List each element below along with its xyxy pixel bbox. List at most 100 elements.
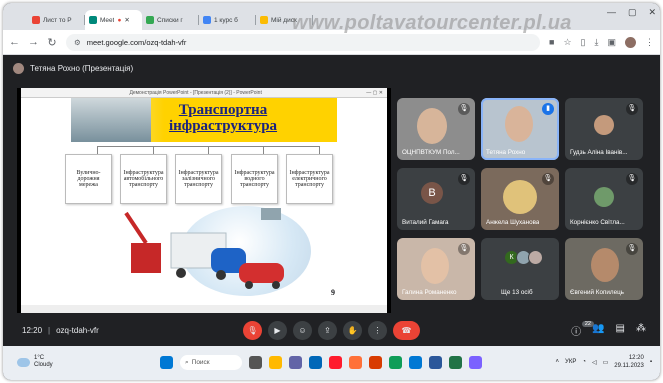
org-stub: [319, 146, 320, 154]
mic-off-icon: 🎙: [626, 243, 638, 255]
browser-tab-active[interactable]: Meet ● ✕: [85, 10, 142, 30]
org-stub: [97, 146, 98, 154]
participant-tile[interactable]: 🎙 Корнієнко Світла...: [565, 168, 643, 230]
camera-icon[interactable]: ■: [549, 37, 554, 47]
docs-icon: [203, 16, 211, 24]
excel-icon[interactable]: [449, 356, 462, 369]
presentation-stage: Демонстрація PowerPoint - [Презентація (…: [17, 88, 391, 313]
participant-tile[interactable]: 🎙 Євгений Копилець: [565, 238, 643, 300]
windows-start-icon[interactable]: [160, 356, 173, 369]
temperature: 1°C: [34, 355, 45, 361]
volume-icon[interactable]: ◁: [592, 359, 597, 366]
download-icon[interactable]: ⤓: [595, 37, 599, 48]
emoji-button[interactable]: ☺: [293, 321, 312, 340]
chevron-up-icon[interactable]: ˄: [556, 359, 560, 365]
mic-off-icon: 🎙: [626, 103, 638, 115]
org-stub: [153, 146, 154, 154]
slide: Транспортна інфраструктура Вулично-дорож…: [21, 98, 387, 305]
wifi-icon[interactable]: ◔: [582, 359, 586, 365]
forward-icon[interactable]: →: [28, 36, 39, 48]
activities-icon[interactable]: ⁂: [636, 323, 646, 338]
sheets-icon: [146, 16, 154, 24]
close-tab-icon[interactable]: ✕: [124, 16, 129, 24]
chrome-icon[interactable]: [389, 356, 402, 369]
word-icon[interactable]: [429, 356, 442, 369]
mic-off-icon: 🎙: [626, 173, 638, 185]
bookmark-star-icon[interactable]: ☆: [563, 37, 571, 48]
participant-tile[interactable]: 🎙 Гудзь Аліна Іванів...: [565, 98, 643, 160]
app-icon[interactable]: [469, 356, 482, 369]
opera-icon[interactable]: [329, 356, 342, 369]
presenter-label: Тетяна Рохно (Презентація): [13, 63, 133, 74]
browser-tab[interactable]: Лист то Р: [28, 10, 85, 30]
participant-tile[interactable]: 🎙 Анжела Шуханова: [481, 168, 559, 230]
system-tray: ˄ УКР ◔ ◁ ▭ 12:20 29.11.2023 ▪: [556, 354, 652, 370]
browser-tab[interactable]: Списки г: [142, 10, 199, 30]
participant-tile[interactable]: В 🎙 Виталий Гамага: [397, 168, 475, 230]
file-explorer-icon[interactable]: [269, 356, 282, 369]
meeting-info: 12:20 | ozq-tdah-vfr: [22, 326, 99, 335]
participant-tile[interactable]: ▮ Тетяна Рохно: [481, 98, 559, 160]
participant-avatar: [594, 115, 614, 135]
slide-number: 9: [331, 288, 335, 297]
info-icon[interactable]: ⓘ: [571, 323, 581, 338]
more-participants-tile[interactable]: К Ще 13 осіб: [481, 238, 559, 300]
meeting-code: ozq-tdah-vfr: [56, 326, 99, 335]
edge-icon[interactable]: [409, 356, 422, 369]
site-info-icon[interactable]: ⚙: [74, 38, 81, 47]
weather-widget[interactable]: 1°C Cloudy: [17, 355, 53, 369]
org-box: Інфраструктура водного транспорту: [231, 154, 278, 204]
taskbar-apps: ⌕ Поиск: [160, 355, 482, 370]
end-call-button[interactable]: ☎: [393, 321, 420, 340]
reload-icon[interactable]: ↻: [47, 36, 57, 49]
screen: Лист то Р Meet ● ✕ Списки г 1 курс б Мій д…: [3, 3, 660, 380]
clock[interactable]: 12:20 29.11.2023: [614, 354, 644, 370]
people-icon[interactable]: 👥: [592, 323, 604, 338]
participant-name: Гудзь Аліна Іванів...: [570, 149, 628, 156]
participant-tile[interactable]: 🎙 Галина Романенко: [397, 238, 475, 300]
language-indicator[interactable]: УКР: [565, 359, 576, 365]
menu-icon[interactable]: ⋮: [645, 37, 654, 48]
chat-icon[interactable]: ▤: [616, 323, 625, 338]
split-view-icon[interactable]: ▯: [581, 37, 586, 48]
close-window-icon[interactable]: ✕: [648, 7, 656, 18]
recording-icon: ●: [117, 16, 122, 24]
org-stub: [208, 146, 209, 154]
address-bar[interactable]: ⚙ meet.google.com/ozq-tdah-vfr: [66, 33, 541, 51]
powerpoint-statusbar: [21, 305, 387, 313]
maximize-icon[interactable]: ▢: [628, 7, 637, 18]
taskbar-search[interactable]: ⌕ Поиск: [180, 355, 242, 370]
store-icon[interactable]: [309, 356, 322, 369]
camera-toggle-button[interactable]: ▶: [268, 321, 287, 340]
tab-label: 1 курс б: [214, 16, 238, 24]
task-view-icon[interactable]: [249, 356, 262, 369]
present-button[interactable]: ⇪: [318, 321, 337, 340]
back-icon[interactable]: ←: [9, 36, 20, 48]
participant-tile[interactable]: 🎙 ОЦНПВТКУМ Пол...: [397, 98, 475, 160]
presenter-name: Тетяна Рохно (Презентація): [30, 64, 134, 73]
teams-icon[interactable]: [289, 356, 302, 369]
sidepanel-icon[interactable]: ▣: [607, 37, 616, 48]
more-options-button[interactable]: ⋮: [368, 321, 387, 340]
meeting-time: 12:20: [22, 326, 43, 335]
org-box: Інфраструктура електричного транспорту: [286, 154, 333, 204]
raise-hand-button[interactable]: ✋: [343, 321, 362, 340]
cloud-icon: [17, 357, 30, 367]
powerpoint-icon[interactable]: [369, 356, 382, 369]
profile-avatar[interactable]: [625, 36, 636, 48]
battery-icon[interactable]: ▭: [603, 359, 609, 366]
window-controls: — ▢ ✕: [607, 7, 656, 18]
presenter-avatar: [13, 63, 24, 74]
clock-date: 29.11.2023: [614, 363, 644, 369]
firefox-icon[interactable]: [349, 356, 362, 369]
separator: |: [48, 326, 51, 335]
more-participants-label: Ще 13 осіб: [501, 289, 533, 296]
mic-toggle-button[interactable]: 🎙: [243, 321, 262, 340]
people-count-badge: 22: [581, 321, 594, 327]
participant-avatar: В: [421, 182, 443, 204]
taskbar: 1°C Cloudy ⌕ Поиск ˄ УКР ◔ ◁ ▭ 12:20 29.…: [3, 346, 660, 380]
minimize-icon[interactable]: —: [607, 7, 616, 18]
browser-tab[interactable]: 1 курс б: [199, 10, 256, 30]
notification-icon[interactable]: ▪: [650, 359, 652, 365]
drive-icon: [260, 16, 268, 24]
